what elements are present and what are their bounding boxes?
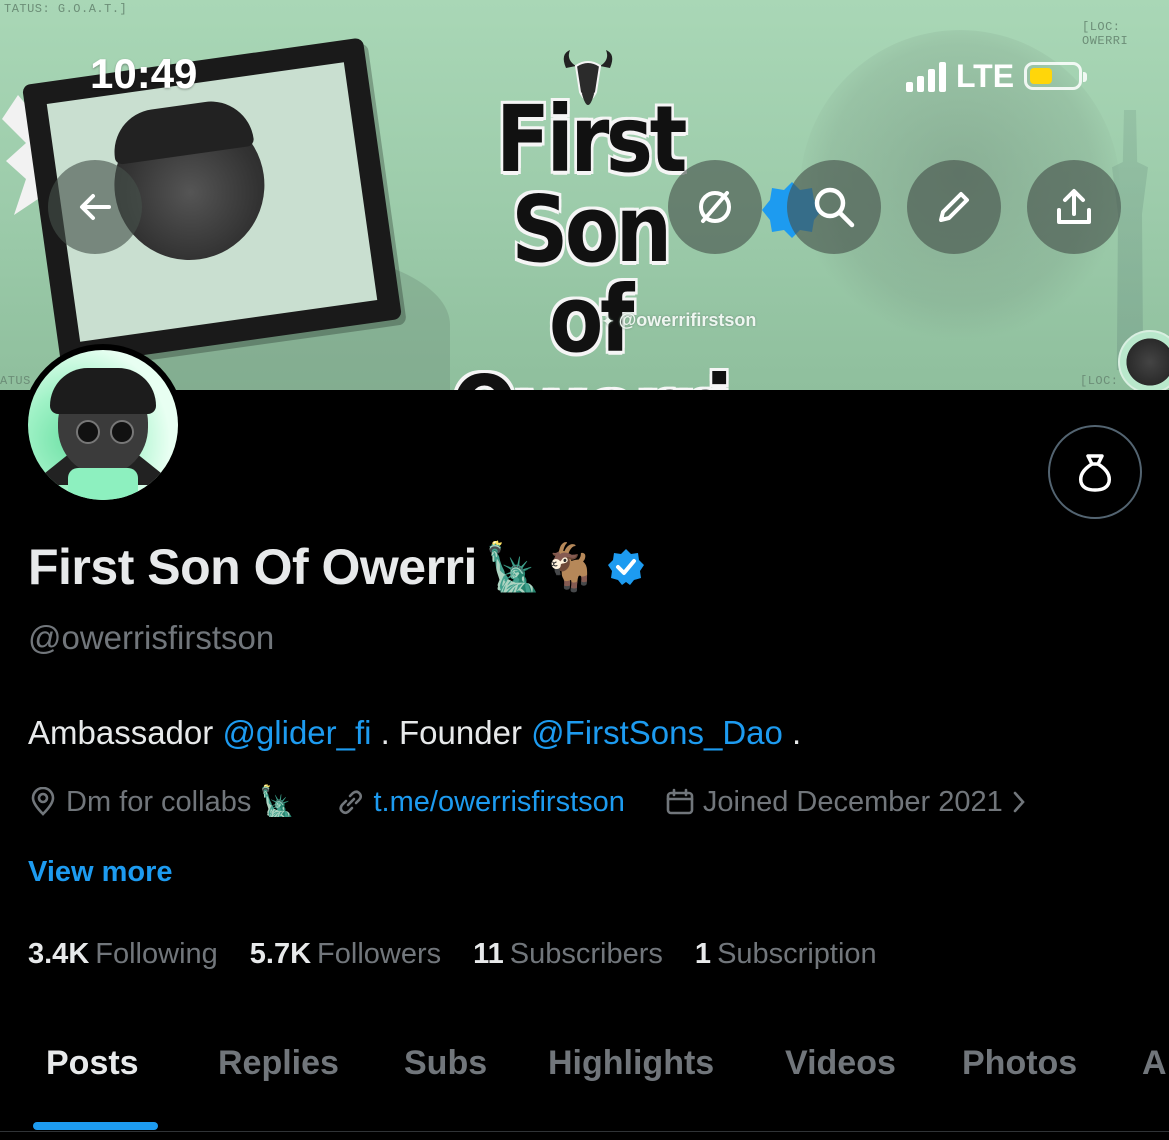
profile-tabs: Posts Replies Subs Highlights Videos Pho… xyxy=(0,1030,1169,1140)
battery-icon xyxy=(1024,62,1088,90)
website-link[interactable]: t.me/owerrisfirstson xyxy=(374,786,625,819)
profile-location: Dm for collabs 🗽 xyxy=(28,785,296,819)
stat-label: Followers xyxy=(317,938,442,970)
bio-mention-link[interactable]: @FirstSons_Dao xyxy=(531,714,783,751)
link-icon xyxy=(338,790,362,815)
stat-followers[interactable]: 5.7K Followers xyxy=(250,938,441,971)
view-more-link[interactable]: View more xyxy=(28,856,173,889)
profile-stats: 3.4K Following 5.7K Followers 11 Subscriber… xyxy=(28,938,877,971)
profile-meta-row: Dm for collabs 🗽 t.me/owerrisfirstson Jo… xyxy=(28,785,1027,819)
tab-replies[interactable]: Replies xyxy=(218,1044,339,1083)
tab-posts[interactable]: Posts xyxy=(46,1044,139,1083)
grok-button[interactable] xyxy=(668,160,762,254)
name-emojis: 🗽🐐 xyxy=(484,540,599,593)
stat-label: Following xyxy=(95,938,218,970)
stat-label: Subscription xyxy=(717,938,877,970)
tab-highlights[interactable]: Highlights xyxy=(548,1044,714,1083)
profile-joined-date: Joined December 2021 xyxy=(665,786,1027,819)
stat-subscriptions[interactable]: 1 Subscription xyxy=(695,938,877,971)
stat-value: 1 xyxy=(694,938,712,970)
stat-subscribers[interactable]: 11 Subscribers xyxy=(473,938,663,971)
verified-badge-icon[interactable] xyxy=(606,547,646,587)
edit-button[interactable] xyxy=(907,160,1001,254)
tabs-divider xyxy=(0,1131,1169,1132)
share-icon xyxy=(1057,189,1091,224)
back-button[interactable] xyxy=(48,160,142,254)
display-name-text: First Son Of Owerri xyxy=(28,539,477,595)
money-bag-icon xyxy=(1078,454,1112,492)
profile-website[interactable]: t.me/owerrisfirstson xyxy=(336,786,625,819)
profile-display-name: First Son Of Owerri 🗽🐐 xyxy=(28,538,646,596)
bird-icon: ✦ xyxy=(602,313,614,329)
profile-avatar[interactable] xyxy=(22,344,184,506)
share-button[interactable] xyxy=(1027,160,1121,254)
bio-mention-link[interactable]: @glider_fi xyxy=(222,714,371,751)
active-tab-indicator xyxy=(33,1122,158,1130)
joined-text: Joined December 2021 xyxy=(702,785,1003,818)
avatar-image xyxy=(28,350,178,500)
status-indicators: LTE xyxy=(906,56,1088,96)
bio-text: . xyxy=(782,714,802,751)
stat-following[interactable]: 3.4K Following xyxy=(28,938,218,971)
banner-handle-text: @owerrifirstson xyxy=(618,310,757,330)
search-icon xyxy=(814,187,855,228)
location-text: Dm for collabs 🗽 xyxy=(66,786,296,818)
stat-label: Subscribers xyxy=(509,938,663,970)
bio-text: . Founder xyxy=(371,714,532,751)
stat-value: 3.4K xyxy=(28,938,90,970)
stat-value: 11 xyxy=(473,938,504,970)
stat-value: 5.7K xyxy=(249,938,312,970)
banner-logo-handle: ✦ @owerrifirstson xyxy=(602,310,756,331)
search-button[interactable] xyxy=(787,160,881,254)
calendar-icon xyxy=(666,788,694,815)
profile-handle: @owerrisfirstson xyxy=(28,619,275,656)
tab-articles[interactable]: A xyxy=(1142,1044,1167,1083)
location-pin-icon xyxy=(31,787,55,816)
bio-text: Ambassador xyxy=(28,714,223,751)
tab-videos[interactable]: Videos xyxy=(785,1044,896,1083)
status-time: 10:49 xyxy=(90,50,198,97)
pencil-icon xyxy=(939,192,969,222)
grok-icon xyxy=(699,191,731,223)
banner-corner-text: [LOC: OWERRI xyxy=(1082,20,1129,48)
signal-strength-icon xyxy=(906,60,946,92)
network-type: LTE xyxy=(956,57,1015,94)
tip-jar-button[interactable] xyxy=(1048,425,1142,519)
tab-photos[interactable]: Photos xyxy=(962,1044,1077,1083)
tab-subs[interactable]: Subs xyxy=(404,1044,487,1083)
banner-corner-text: TATUS: G.O.A.T.] xyxy=(4,2,128,16)
profile-banner[interactable]: TATUS: G.O.A.T.] [LOC: OWERRI ATUS [LOC:… xyxy=(0,0,1169,390)
profile-bio: Ambassador @glider_fi . Founder @FirstSo… xyxy=(28,714,801,752)
back-arrow-icon xyxy=(80,194,111,220)
banner-logo-line2: of Owerri xyxy=(451,266,733,391)
chevron-right-icon[interactable] xyxy=(1011,789,1027,815)
banner-corner-text: ATUS xyxy=(0,374,31,388)
